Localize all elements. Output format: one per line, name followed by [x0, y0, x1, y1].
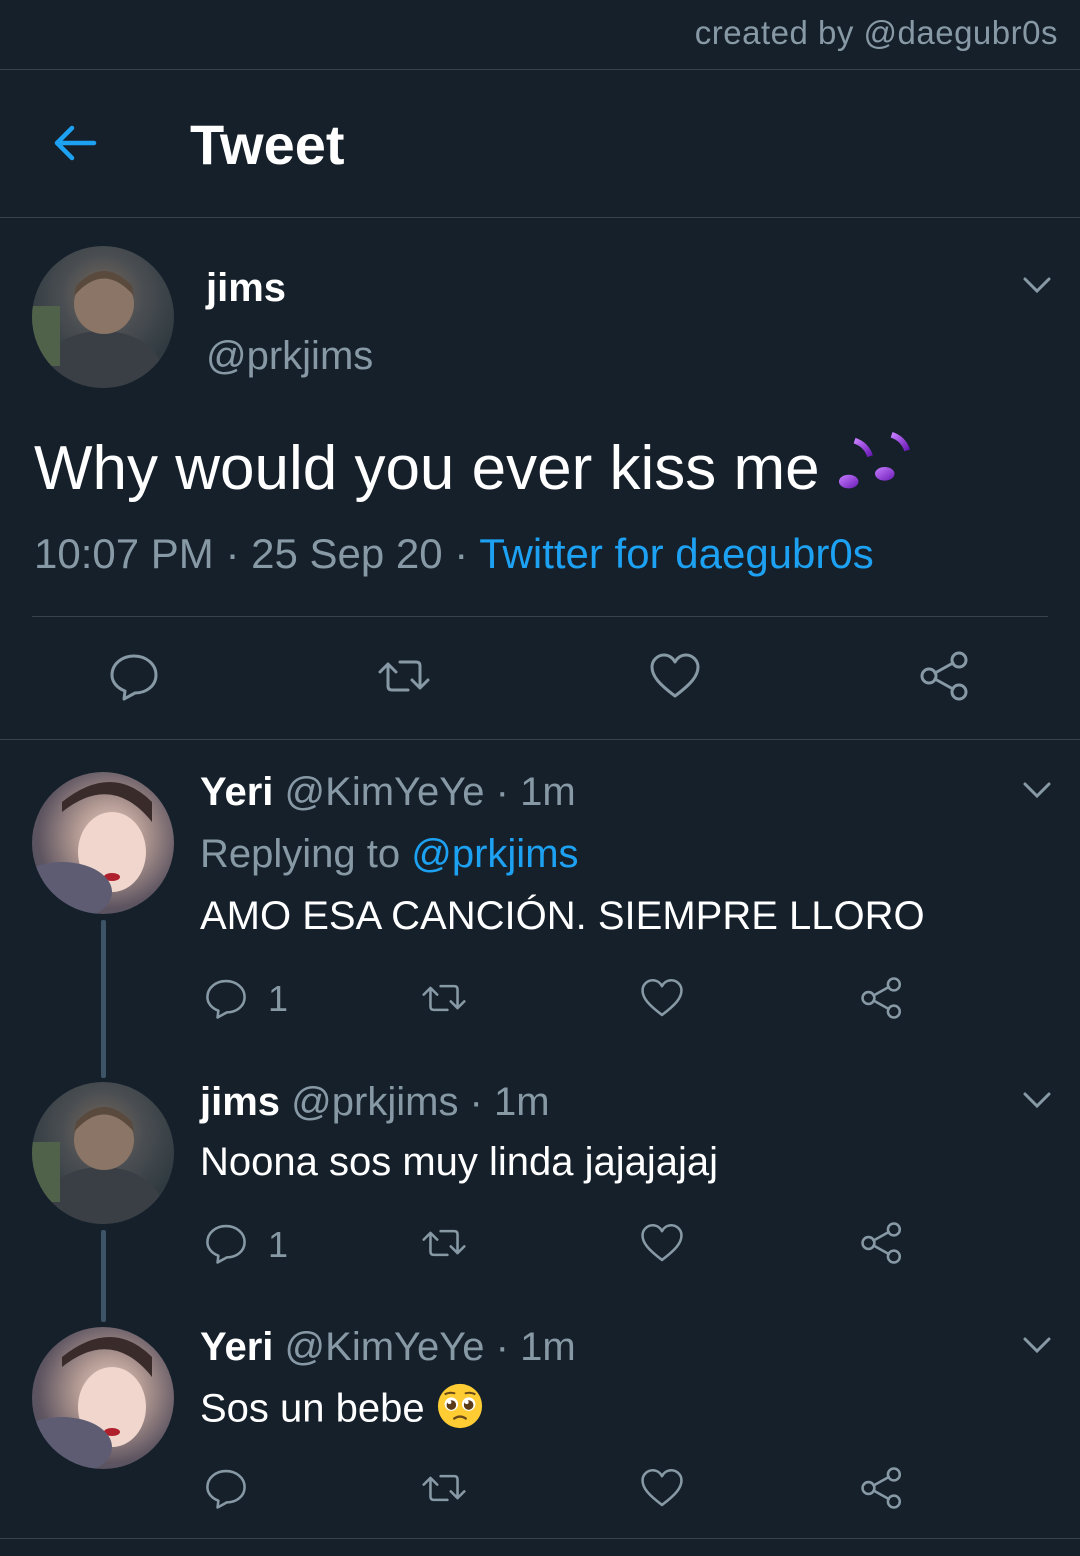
retweet-icon[interactable] [422, 1221, 466, 1265]
like-icon[interactable] [640, 1221, 684, 1265]
reply-icon[interactable] [204, 1466, 248, 1510]
chevron-down-icon[interactable] [1020, 1328, 1054, 1362]
chevron-down-icon[interactable] [1020, 1083, 1054, 1117]
share-icon[interactable] [919, 650, 971, 702]
page-title: Tweet [190, 113, 345, 176]
separator: · [213, 530, 252, 577]
avatar[interactable] [32, 246, 174, 388]
reply-header: Yeri @KimYeYe · 1m [200, 770, 576, 815]
top-bar: Tweet [0, 70, 1080, 217]
like-icon[interactable] [640, 1466, 684, 1510]
replying-to: Replying to @prkjims [200, 832, 579, 877]
reply-header: Yeri @KimYeYe · 1m [200, 1325, 576, 1370]
divider [0, 1538, 1080, 1539]
avatar[interactable] [32, 1082, 174, 1224]
tweet-source-link[interactable]: Twitter for daegubr0s [479, 530, 874, 577]
like-icon[interactable] [649, 650, 701, 702]
reply-author-name[interactable]: Yeri [200, 770, 273, 814]
share-icon[interactable] [860, 1466, 904, 1510]
divider [32, 616, 1048, 617]
author-name[interactable]: jims [206, 266, 286, 311]
share-icon[interactable] [860, 976, 904, 1020]
chevron-down-icon[interactable] [1020, 268, 1054, 302]
like-icon[interactable] [640, 976, 684, 1020]
thread-line [101, 920, 106, 1078]
thread-line [101, 1230, 106, 1322]
retweet-icon[interactable] [378, 650, 430, 702]
divider [0, 217, 1080, 218]
replying-to-mention[interactable]: @prkjims [411, 832, 578, 876]
avatar[interactable] [32, 772, 174, 914]
separator: · [484, 770, 521, 814]
replying-to-label: Replying to [200, 832, 401, 876]
reply-icon[interactable] [204, 1221, 248, 1265]
reply-icon[interactable] [204, 976, 248, 1020]
tweet-text: Why would you ever kiss me [34, 430, 915, 515]
tweet-text-body: Why would you ever kiss me [34, 433, 820, 503]
reply-age: 1m [520, 1325, 576, 1369]
pleading-face-emoji-icon [436, 1382, 484, 1440]
reply-author-handle[interactable]: @KimYeYe [285, 770, 485, 814]
reply-count: 1 [268, 1224, 289, 1265]
notes-emoji-icon [837, 430, 915, 515]
chevron-down-icon[interactable] [1020, 773, 1054, 807]
reply-icon[interactable] [108, 650, 160, 702]
retweet-icon[interactable] [422, 976, 466, 1020]
tweet-time: 10:07 PM [34, 530, 214, 577]
tweet-date: 25 Sep 20 [251, 530, 443, 577]
reply-text: Noona sos muy linda jajajajaj [200, 1140, 719, 1184]
reply-author-handle[interactable]: @prkjims [291, 1080, 458, 1124]
reply-age: 1m [493, 1080, 550, 1124]
reply-age: 1m [520, 770, 576, 814]
separator: · [484, 1325, 521, 1369]
reply-author-name[interactable]: Yeri [200, 1325, 273, 1369]
divider [0, 739, 1080, 740]
back-arrow-icon[interactable] [50, 118, 100, 168]
tweet-meta: 10:07 PM · 25 Sep 20 · Twitter for daegu… [34, 530, 874, 578]
separator: · [442, 530, 480, 577]
reply-count: 1 [268, 978, 289, 1019]
reply-author-name[interactable]: jims [200, 1080, 280, 1124]
author-handle[interactable]: @prkjims [206, 334, 373, 379]
separator: · [458, 1080, 494, 1124]
reply-header: jims @prkjims · 1m [200, 1080, 550, 1125]
share-icon[interactable] [860, 1221, 904, 1265]
avatar[interactable] [32, 1327, 174, 1469]
reply-author-handle[interactable]: @KimYeYe [285, 1325, 485, 1369]
retweet-icon[interactable] [422, 1466, 466, 1510]
reply-text: Sos un bebe [200, 1382, 484, 1440]
watermark: created by @daegubr0s [694, 14, 1058, 51]
reply-text-body: Sos un bebe [200, 1386, 425, 1431]
reply-text: AMO ESA CANCIÓN. SIEMPRE LLORO [200, 894, 925, 938]
